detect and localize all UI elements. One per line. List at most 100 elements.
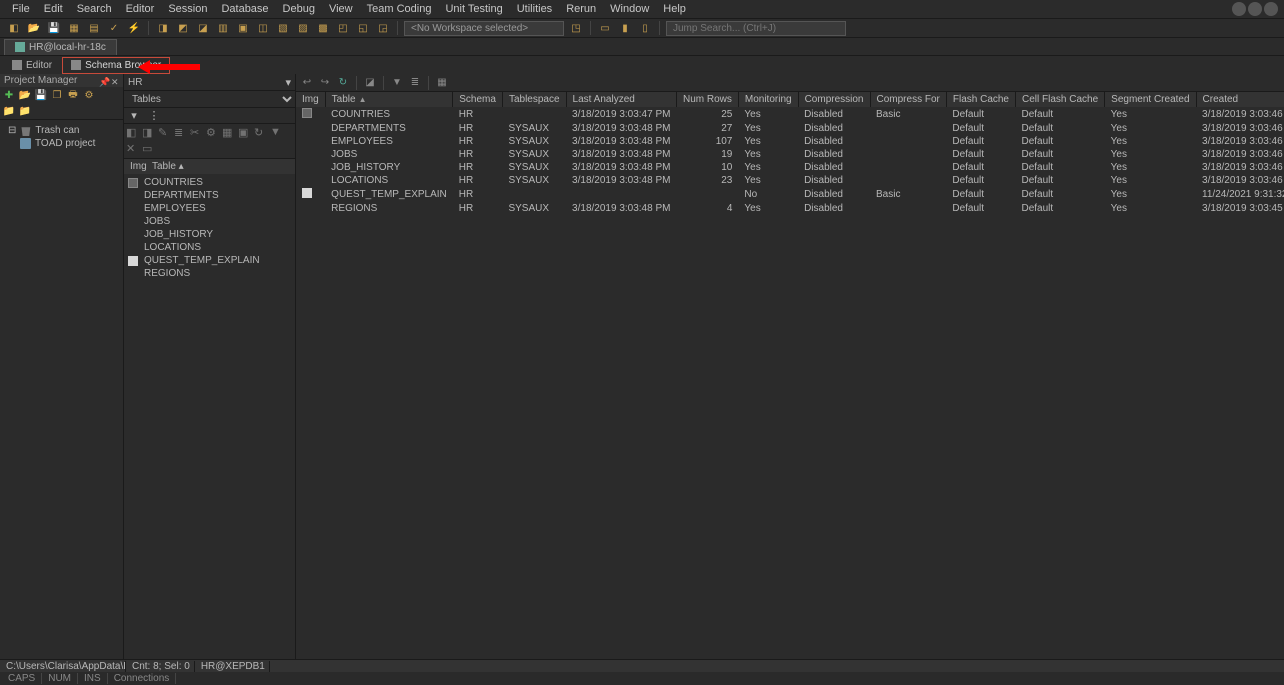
connection-tab[interactable]: HR@local-hr-18c — [4, 39, 117, 55]
column-header[interactable]: Last Analyzed — [566, 92, 676, 107]
alter-icon[interactable]: ◨ — [142, 126, 156, 140]
tool-icon[interactable]: ◲ — [375, 20, 391, 36]
refresh-icon[interactable]: ↻ — [254, 126, 268, 140]
filter-icon[interactable]: ▼ — [270, 126, 284, 140]
menu-search[interactable]: Search — [71, 1, 118, 17]
pin-icon[interactable]: 📌 — [99, 77, 107, 85]
tab-schema-browser[interactable]: Schema Browser — [62, 57, 170, 74]
tool-icon[interactable]: ◪ — [195, 20, 211, 36]
menu-database[interactable]: Database — [215, 1, 274, 17]
column-header[interactable]: Tablespace — [502, 92, 566, 107]
clear-filter-icon[interactable]: ✕ — [126, 142, 140, 156]
commit-icon[interactable]: ✓ — [106, 20, 122, 36]
menu-unit-testing[interactable]: Unit Testing — [439, 1, 508, 17]
menu-utilities[interactable]: Utilities — [511, 1, 558, 17]
table-row[interactable]: LOCATIONSHRSYSAUX3/18/2019 3:03:48 PM23Y… — [296, 174, 1284, 187]
object-item[interactable]: DEPARTMENTS — [126, 189, 293, 202]
tab-editor[interactable]: Editor — [4, 58, 60, 73]
folder-icon[interactable]: 📁 — [2, 105, 16, 119]
schema-select[interactable] — [124, 76, 281, 89]
table-row[interactable]: JOB_HISTORYHRSYSAUX3/18/2019 3:03:48 PM1… — [296, 161, 1284, 174]
tree-item-trash[interactable]: ⊟ Trash can — [2, 124, 121, 137]
menu-view[interactable]: View — [323, 1, 359, 17]
table-row[interactable]: COUNTRIESHR3/18/2019 3:03:47 PM25YesDisa… — [296, 107, 1284, 122]
folder-icon[interactable]: 📁 — [18, 105, 32, 119]
menu-editor[interactable]: Editor — [120, 1, 161, 17]
add-icon[interactable]: ✚ — [2, 89, 16, 103]
tool-icon[interactable]: ▧ — [275, 20, 291, 36]
column-header[interactable]: Monitoring — [738, 92, 798, 107]
refresh-icon[interactable]: ↻ — [336, 76, 350, 90]
table-row[interactable]: JOBSHRSYSAUX3/18/2019 3:03:48 PM19YesDis… — [296, 148, 1284, 161]
menu-help[interactable]: Help — [657, 1, 692, 17]
nav-forward-icon[interactable]: ↪ — [318, 76, 332, 90]
menu-window[interactable]: Window — [604, 1, 655, 17]
tool-icon[interactable]: ▮ — [617, 20, 633, 36]
save-icon[interactable]: 💾 — [46, 20, 62, 36]
view-tab-icon[interactable]: ▾ — [126, 109, 142, 123]
column-header[interactable]: Table — [325, 92, 453, 107]
menu-rerun[interactable]: Rerun — [560, 1, 602, 17]
print-icon[interactable]: 🖶 — [66, 89, 80, 103]
tool-icon[interactable]: ▩ — [315, 20, 331, 36]
open-icon[interactable]: 📂 — [18, 89, 32, 103]
copy-icon[interactable]: ❐ — [50, 89, 64, 103]
tool-icon[interactable]: ◩ — [175, 20, 191, 36]
table-row[interactable]: DEPARTMENTSHRSYSAUX3/18/2019 3:03:48 PM2… — [296, 122, 1284, 135]
object-type-select[interactable]: Tables — [124, 91, 295, 108]
object-item[interactable]: LOCATIONS — [126, 241, 293, 254]
tables-grid[interactable]: ImgTableSchemaTablespaceLast AnalyzedNum… — [296, 92, 1284, 665]
tool-icon[interactable]: ▥ — [215, 20, 231, 36]
create-icon[interactable]: ◧ — [126, 126, 140, 140]
open-icon[interactable]: 📂 — [26, 20, 42, 36]
tool-icon[interactable]: ▣ — [235, 20, 251, 36]
filter-icon[interactable]: ▼ — [390, 76, 404, 90]
object-item[interactable]: JOBS — [126, 215, 293, 228]
object-item[interactable]: EMPLOYEES — [126, 202, 293, 215]
object-item[interactable]: REGIONS — [126, 267, 293, 280]
column-header[interactable]: Schema — [453, 92, 503, 107]
tool-icon[interactable]: ▭ — [142, 142, 156, 156]
table-row[interactable]: EMPLOYEESHRSYSAUX3/18/2019 3:03:48 PM107… — [296, 135, 1284, 148]
column-header-img[interactable]: Img — [126, 161, 148, 172]
rollback-icon[interactable]: ⚡ — [126, 20, 142, 36]
menu-debug[interactable]: Debug — [277, 1, 321, 17]
tool-icon[interactable]: ⚙ — [206, 126, 220, 140]
dropdown-icon[interactable]: ▾ — [281, 76, 295, 89]
tree-item-project[interactable]: TOAD project — [2, 137, 121, 150]
menu-session[interactable]: Session — [162, 1, 213, 17]
column-header[interactable]: Flash Cache — [946, 92, 1015, 107]
list-icon[interactable]: ≣ — [408, 76, 422, 90]
tool-icon[interactable]: ◫ — [255, 20, 271, 36]
tool-icon[interactable]: ▦ — [222, 126, 236, 140]
tool-icon[interactable]: ◰ — [335, 20, 351, 36]
table-row[interactable]: REGIONSHRSYSAUX3/18/2019 3:03:48 PM4YesD… — [296, 202, 1284, 215]
column-header[interactable]: Num Rows — [676, 92, 738, 107]
new-icon[interactable]: ◧ — [6, 20, 22, 36]
column-header[interactable]: Compression — [798, 92, 870, 107]
column-header-table[interactable]: Table ▴ — [148, 161, 188, 172]
tool-icon[interactable]: ◱ — [355, 20, 371, 36]
object-item[interactable]: COUNTRIES — [126, 176, 293, 189]
tool-icon[interactable]: ▭ — [597, 20, 613, 36]
save-icon[interactable]: 💾 — [34, 89, 48, 103]
close-button[interactable] — [1264, 2, 1278, 16]
tool-icon[interactable]: ▣ — [238, 126, 252, 140]
status-connections[interactable]: Connections — [108, 673, 177, 684]
column-header[interactable]: Img — [296, 92, 325, 107]
menu-team-coding[interactable]: Team Coding — [361, 1, 438, 17]
drop-icon[interactable]: ✂ — [190, 126, 204, 140]
script-icon[interactable]: ≣ — [174, 126, 188, 140]
view-icon[interactable]: ▦ — [435, 76, 449, 90]
db-icon[interactable]: ▦ — [66, 20, 82, 36]
column-header[interactable]: Compress For — [870, 92, 946, 107]
view-tab-icon[interactable]: ⋮ — [146, 109, 162, 123]
menu-edit[interactable]: Edit — [38, 1, 69, 17]
table-row[interactable]: QUEST_TEMP_EXPLAINHRNoDisabledBasicDefau… — [296, 187, 1284, 202]
config-icon[interactable]: ⚙ — [82, 89, 96, 103]
tool-icon[interactable]: ▨ — [295, 20, 311, 36]
column-header[interactable]: Cell Flash Cache — [1016, 92, 1105, 107]
column-header[interactable]: Segment Created — [1105, 92, 1196, 107]
tool-icon[interactable]: ◨ — [155, 20, 171, 36]
edit-icon[interactable]: ✎ — [158, 126, 172, 140]
